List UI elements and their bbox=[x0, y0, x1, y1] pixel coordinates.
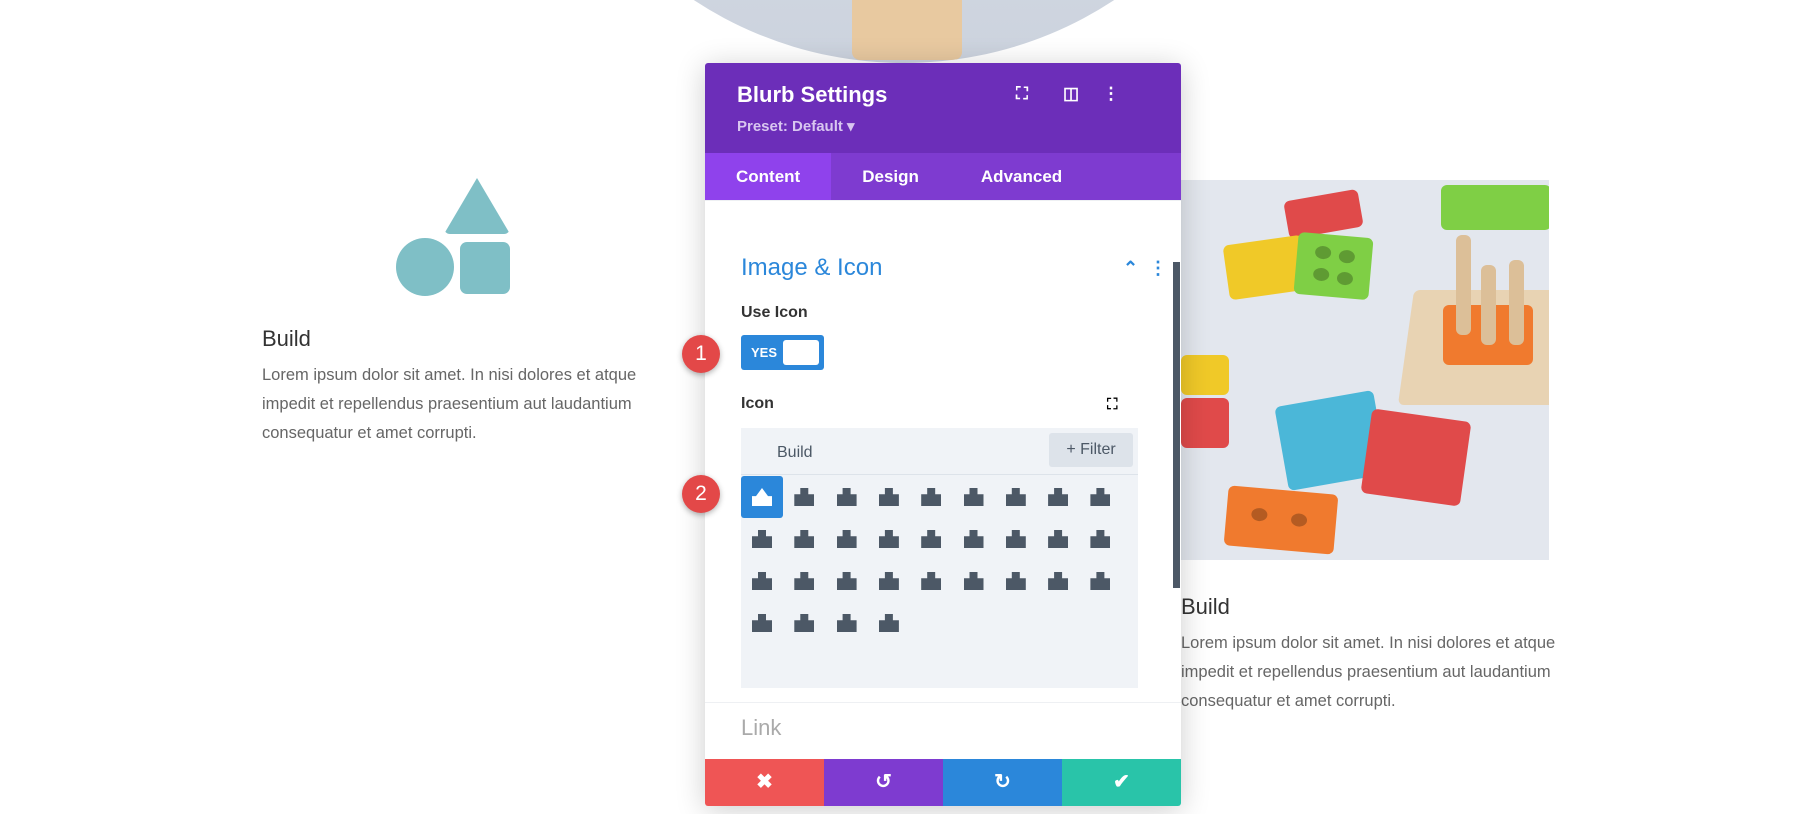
building-outline-icon[interactable] bbox=[910, 476, 952, 518]
link-section-title[interactable]: Link bbox=[741, 715, 781, 741]
shop-icon[interactable] bbox=[1079, 560, 1121, 602]
blurb-title: Build bbox=[262, 326, 311, 351]
kaaba-icon[interactable] bbox=[995, 476, 1037, 518]
landmark-icon[interactable] bbox=[953, 518, 995, 560]
toggle-value: YES bbox=[751, 345, 778, 360]
redo-button[interactable]: ↻ bbox=[943, 759, 1062, 806]
section-more-icon[interactable]: ⋮ bbox=[1149, 258, 1167, 279]
synagogue-icon[interactable] bbox=[783, 560, 825, 602]
church-icon[interactable] bbox=[826, 518, 868, 560]
blurb-text-right: Lorem ipsum dolor sit amet. In nisi dolo… bbox=[1181, 634, 1556, 710]
hero-image bbox=[522, 0, 1286, 63]
mosque-icon[interactable] bbox=[741, 518, 783, 560]
focus-icon[interactable]: ⛶ bbox=[1011, 83, 1033, 105]
tab-advanced[interactable]: Advanced bbox=[950, 153, 1093, 200]
house-user-icon[interactable] bbox=[741, 602, 783, 644]
section-title[interactable]: Image & Icon bbox=[741, 254, 882, 282]
hotel-icon[interactable] bbox=[1079, 476, 1121, 518]
split-view-icon[interactable]: ◫ bbox=[1060, 83, 1082, 105]
hospital-alt-icon[interactable] bbox=[1037, 518, 1079, 560]
city-icon[interactable] bbox=[783, 476, 825, 518]
pagoda-icon[interactable] bbox=[1037, 560, 1079, 602]
save-button[interactable]: ✔ bbox=[1062, 759, 1181, 806]
blurb-title-right: Build bbox=[1181, 594, 1230, 619]
shapes-icon[interactable] bbox=[741, 476, 783, 518]
step-badge-2: 2 bbox=[682, 475, 720, 513]
building-icon[interactable] bbox=[868, 476, 910, 518]
icon-label: Icon bbox=[741, 395, 774, 412]
city-alt-icon[interactable] bbox=[826, 476, 868, 518]
cancel-button[interactable]: ✖ bbox=[705, 759, 824, 806]
use-icon-label: Use Icon bbox=[741, 304, 808, 321]
shapes-icon bbox=[396, 178, 511, 296]
store-icon[interactable] bbox=[1037, 476, 1079, 518]
church-alt-icon[interactable] bbox=[826, 602, 868, 644]
undo-button[interactable]: ↺ bbox=[824, 759, 943, 806]
vihara-icon[interactable] bbox=[910, 560, 952, 602]
use-icon-toggle[interactable]: YES bbox=[741, 335, 824, 370]
panel-header[interactable]: Blurb Settings Preset: Default ▾ ⛶ ◫ ⋮ bbox=[705, 63, 1181, 153]
monument-icon[interactable] bbox=[910, 518, 952, 560]
blurb-text: Lorem ipsum dolor sit amet. In nisi dolo… bbox=[262, 366, 637, 442]
icon-search-input[interactable]: Build bbox=[777, 444, 813, 462]
warehouse-icon[interactable] bbox=[741, 560, 783, 602]
blurb-settings-panel: Blurb Settings Preset: Default ▾ ⛶ ◫ ⋮ C… bbox=[705, 63, 1181, 806]
panel-title: Blurb Settings bbox=[737, 82, 888, 107]
gopuram-icon[interactable] bbox=[868, 518, 910, 560]
preset-dropdown[interactable]: Preset: Default ▾ bbox=[737, 117, 855, 135]
torii-gate-icon[interactable] bbox=[953, 560, 995, 602]
industry-icon[interactable] bbox=[1079, 518, 1121, 560]
university-icon[interactable] bbox=[868, 560, 910, 602]
icon-picker: Build + Filter bbox=[741, 428, 1138, 688]
shop-slash-icon[interactable] bbox=[868, 602, 910, 644]
scrollbar[interactable] bbox=[1173, 262, 1180, 588]
hospital-icon[interactable] bbox=[995, 518, 1037, 560]
tab-design[interactable]: Design bbox=[831, 153, 950, 200]
filter-button[interactable]: + Filter bbox=[1049, 433, 1133, 467]
blurb-image bbox=[1181, 180, 1549, 560]
store-slash-icon[interactable] bbox=[995, 560, 1037, 602]
tab-content[interactable]: Content bbox=[705, 153, 832, 200]
step-badge-1: 1 bbox=[682, 335, 720, 373]
expand-icon[interactable]: ⛶ bbox=[1107, 396, 1118, 413]
school-icon[interactable] bbox=[783, 602, 825, 644]
more-icon[interactable]: ⋮ bbox=[1100, 83, 1122, 105]
chevron-up-icon[interactable]: ⌃ bbox=[1123, 258, 1138, 279]
home-icon[interactable] bbox=[826, 560, 868, 602]
buildings-icon[interactable] bbox=[953, 476, 995, 518]
place-of-worship-icon[interactable] bbox=[783, 518, 825, 560]
